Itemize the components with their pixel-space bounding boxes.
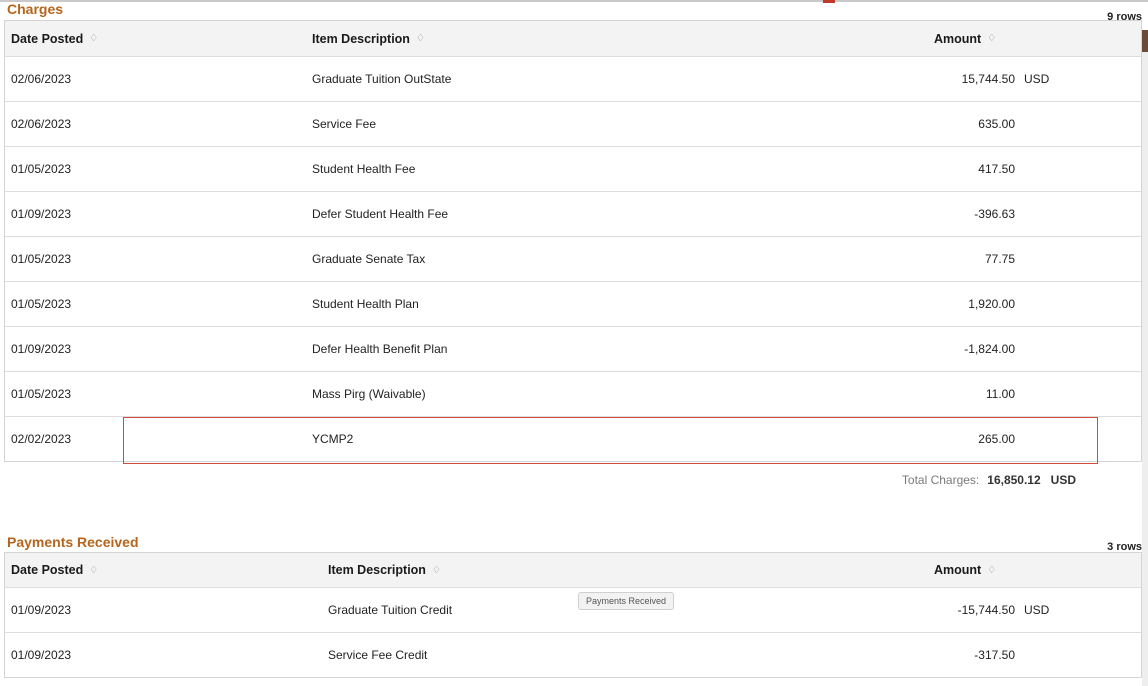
date-posted-cell: 01/05/2023: [11, 297, 72, 311]
table-row[interactable]: 02/06/2023 Graduate Tuition OutState 15,74…: [5, 57, 1141, 102]
amount-cell: -1,824.00: [865, 327, 1024, 371]
amount-cell: 635.00: [865, 102, 1024, 146]
item-description-cell: Defer Health Benefit Plan: [312, 342, 448, 356]
amount-value: 417.50: [978, 162, 1015, 176]
amount-cell: -396.63: [865, 192, 1024, 236]
column-header-item-description[interactable]: Item Description ♢: [312, 21, 425, 56]
table-row[interactable]: 01/09/2023 Defer Health Benefit Plan -1,82…: [5, 327, 1141, 372]
amount-value: -317.50: [974, 648, 1015, 662]
sort-icon[interactable]: ♢: [987, 33, 996, 44]
column-header-amount[interactable]: Amount ♢: [934, 21, 996, 56]
total-charges-value: 16,850.12: [987, 473, 1041, 487]
item-description-cell: Service Fee Credit: [328, 648, 428, 662]
table-row[interactable]: 01/09/2023 Service Fee Credit -317.50: [5, 633, 1141, 677]
amount-value: 1,920.00: [968, 297, 1015, 311]
sort-icon[interactable]: ♢: [416, 33, 425, 44]
date-posted-cell: 01/09/2023: [11, 342, 72, 356]
date-posted-cell: 01/05/2023: [11, 162, 72, 176]
date-posted-cell: 01/05/2023: [11, 252, 72, 266]
item-description-cell: Student Health Plan: [312, 297, 419, 311]
date-posted-cell: 01/09/2023: [11, 603, 72, 617]
payments-section-title: Payments Received: [7, 534, 139, 550]
table-row[interactable]: 01/05/2023 Student Health Plan 1,920.00: [5, 282, 1141, 327]
amount-cell: 15,744.50 USD: [865, 57, 1050, 101]
scrollbar-track[interactable]: [1142, 30, 1148, 686]
highlighted-row-outline: [123, 417, 1098, 464]
amount-currency: USD: [1024, 72, 1050, 86]
column-header-item-description[interactable]: Item Description ♢: [328, 553, 441, 587]
sort-icon[interactable]: ♢: [89, 565, 98, 576]
payments-header-row: Date Posted ♢ Item Description ♢ Amount ♢: [5, 553, 1141, 588]
amount-cell: -317.50: [865, 633, 1024, 677]
total-charges-currency: USD: [1050, 473, 1076, 487]
date-posted-cell: 02/02/2023: [11, 432, 72, 446]
amount-cell: -15,744.50 USD: [865, 588, 1050, 632]
item-description-cell: Defer Student Health Fee: [312, 207, 449, 221]
date-posted-cell: 01/09/2023: [11, 207, 72, 221]
column-header-amount[interactable]: Amount ♢: [934, 553, 996, 587]
column-header-date-posted[interactable]: Date Posted ♢: [11, 553, 98, 587]
table-row[interactable]: 01/05/2023 Graduate Senate Tax 77.75: [5, 237, 1141, 282]
sort-icon[interactable]: ♢: [987, 565, 996, 576]
top-accent-mark: [823, 0, 835, 3]
amount-cell: 417.50: [865, 147, 1024, 191]
sort-icon[interactable]: ♢: [432, 565, 441, 576]
date-posted-cell: 01/09/2023: [11, 648, 72, 662]
total-charges: Total Charges: 16,850.12 USD: [902, 473, 1076, 487]
amount-value: -1,824.00: [964, 342, 1015, 356]
date-posted-cell: 01/05/2023: [11, 387, 72, 401]
top-divider: [0, 0, 1148, 2]
amount-cell: 1,920.00: [865, 282, 1024, 326]
item-description-cell: Graduate Tuition OutState: [312, 72, 452, 86]
date-posted-cell: 02/06/2023: [11, 72, 72, 86]
item-description-cell: Graduate Tuition Credit: [328, 603, 453, 617]
amount-value: 635.00: [978, 117, 1015, 131]
sort-icon[interactable]: ♢: [89, 33, 98, 44]
amount-value: 77.75: [984, 252, 1015, 266]
column-header-date-posted[interactable]: Date Posted ♢: [11, 21, 98, 56]
scrollbar-thumb[interactable]: [1142, 30, 1148, 52]
tooltip: Payments Received: [578, 592, 675, 610]
amount-cell: 11.00: [865, 372, 1024, 416]
amount-value: 11.00: [985, 387, 1015, 401]
item-description-cell: Service Fee: [312, 117, 377, 131]
amount-cell: 77.75: [865, 237, 1024, 281]
table-row[interactable]: 01/05/2023 Mass Pirg (Waivable) 11.00: [5, 372, 1141, 417]
amount-value: -396.63: [974, 207, 1015, 221]
table-row[interactable]: 01/09/2023 Graduate Tuition Credit -15,744…: [5, 588, 1141, 633]
total-charges-label: Total Charges:: [901, 473, 980, 487]
table-row[interactable]: 02/06/2023 Service Fee 635.00: [5, 102, 1141, 147]
item-description-cell: Student Health Fee: [312, 162, 416, 176]
table-row[interactable]: 01/09/2023 Defer Student Health Fee -396.6…: [5, 192, 1141, 237]
payments-grid: Date Posted ♢ Item Description ♢ Amount ♢ 0…: [4, 552, 1142, 678]
charges-grid: Date Posted ♢ Item Description ♢ Amount ♢ 0…: [4, 20, 1142, 462]
table-row[interactable]: 01/05/2023 Student Health Fee 417.50: [5, 147, 1141, 192]
date-posted-cell: 02/06/2023: [11, 117, 72, 131]
amount-currency: USD: [1024, 603, 1050, 617]
amount-value: -15,744.50: [957, 603, 1015, 617]
charges-header-row: Date Posted ♢ Item Description ♢ Amount ♢: [5, 21, 1141, 57]
item-description-cell: Graduate Senate Tax: [312, 252, 426, 266]
item-description-cell: Mass Pirg (Waivable): [312, 387, 426, 401]
charges-section-title: Charges: [7, 1, 64, 17]
amount-value: 15,744.50: [961, 72, 1015, 86]
